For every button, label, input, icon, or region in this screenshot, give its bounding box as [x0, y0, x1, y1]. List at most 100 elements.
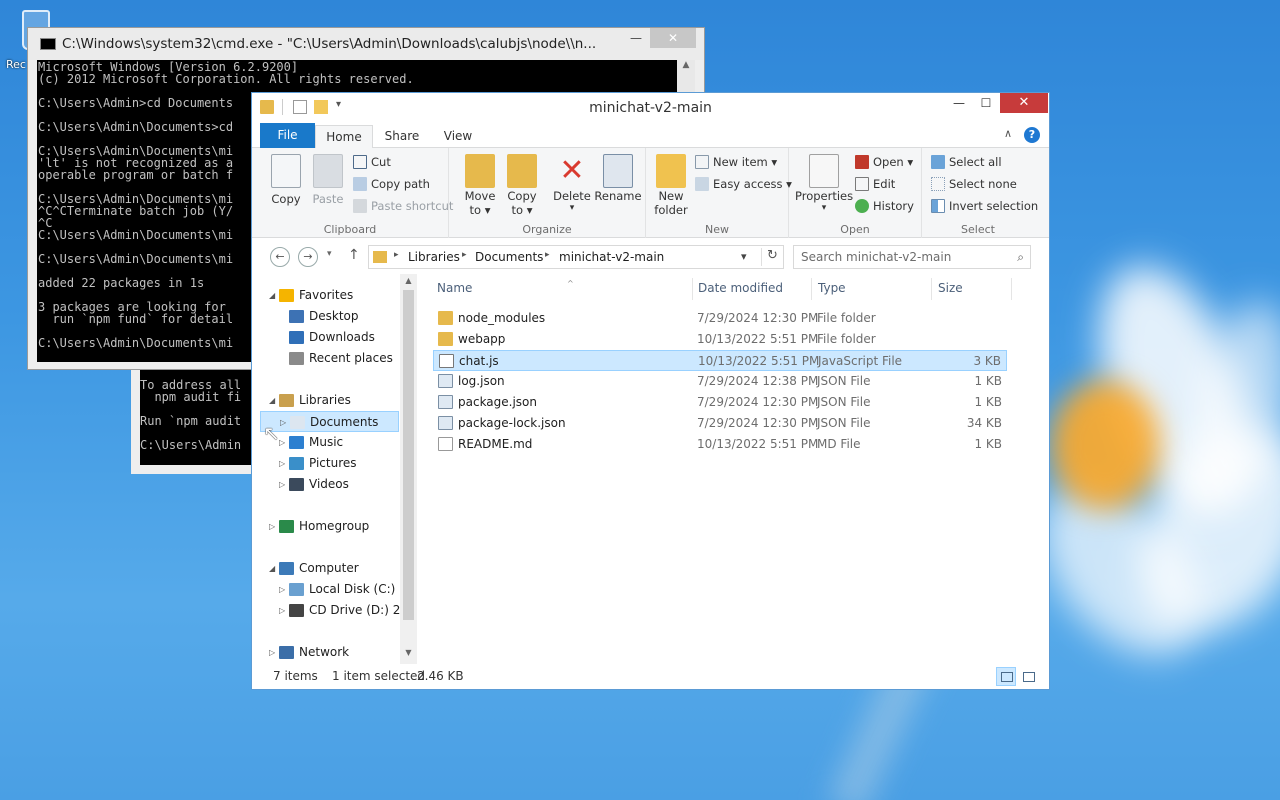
tree-item-documents[interactable]: ▷ Documents: [260, 411, 399, 432]
column-header-type[interactable]: Type: [818, 281, 846, 295]
collapsed-chevron-icon[interactable]: ▷: [279, 600, 285, 621]
close-button[interactable]: ✕: [1000, 93, 1048, 113]
maximize-button[interactable]: ☐: [972, 93, 1000, 113]
file-list[interactable]: Name ^ Date modified Type Size node_modu…: [428, 274, 1051, 664]
column-header-size[interactable]: Size: [938, 281, 963, 295]
tree-item-homegroup[interactable]: ▷ Homegroup: [252, 516, 399, 537]
new-item-button[interactable]: New item ▾: [695, 152, 777, 172]
explorer-window[interactable]: ▾ minichat-v2-main — ☐ ✕ File Home Share…: [251, 92, 1050, 690]
breadcrumb-separator-icon[interactable]: ▸: [462, 250, 467, 260]
column-divider[interactable]: [931, 278, 932, 300]
help-icon[interactable]: ?: [1024, 127, 1040, 143]
column-header-name[interactable]: Name ^: [437, 279, 574, 295]
open-button[interactable]: Open ▾: [855, 152, 913, 172]
collapsed-chevron-icon[interactable]: ▷: [279, 453, 285, 474]
scrollbar-thumb[interactable]: [403, 290, 414, 620]
tab-home[interactable]: Home: [315, 125, 373, 149]
cmd-minimize-button[interactable]: —: [622, 28, 650, 48]
console-line: (c) 2012 Microsoft Corporation. All righ…: [38, 72, 414, 86]
collapsed-chevron-icon[interactable]: ▷: [279, 579, 285, 600]
search-box[interactable]: ⌕: [793, 245, 1031, 269]
ribbon-collapse-chevron-icon[interactable]: ∧: [1004, 127, 1012, 140]
expanded-chevron-icon[interactable]: ◢: [269, 558, 275, 579]
column-header-date[interactable]: Date modified: [698, 281, 783, 295]
collapsed-chevron-icon[interactable]: ▷: [269, 642, 275, 663]
new-folder-button[interactable]: New folder: [651, 154, 691, 217]
tab-file[interactable]: File: [260, 123, 315, 148]
file-row[interactable]: webapp 10/13/2022 5:51 PM File folder: [433, 329, 1007, 350]
cmd-console-output-lower[interactable]: To address all npm audit fi Run `npm audi…: [140, 370, 253, 465]
tree-item-network[interactable]: ▷ Network: [252, 642, 399, 663]
cut-button[interactable]: Cut: [353, 152, 391, 172]
recent-locations-dropdown-icon[interactable]: ▾: [327, 249, 332, 259]
up-button[interactable]: ↑: [348, 247, 360, 263]
tree-item-downloads[interactable]: Downloads: [252, 327, 399, 348]
edit-button[interactable]: Edit: [855, 174, 895, 194]
collapsed-chevron-icon[interactable]: ▷: [279, 474, 285, 495]
file-row[interactable]: node_modules 7/29/2024 12:30 PM File folde…: [433, 308, 1007, 329]
breadcrumb-separator-icon[interactable]: ▸: [394, 250, 399, 260]
tab-share[interactable]: Share: [374, 125, 430, 148]
scroll-down-arrow-icon[interactable]: ▼: [400, 648, 417, 657]
column-divider[interactable]: [1011, 278, 1012, 300]
file-row[interactable]: README.md 10/13/2022 5:51 PM MD File 1 KB: [433, 434, 1007, 455]
breadcrumb-libraries[interactable]: Libraries: [408, 250, 460, 264]
paste-shortcut-button[interactable]: Paste shortcut: [353, 196, 453, 216]
copy-to-button[interactable]: Copy to ▾: [504, 154, 540, 217]
details-view-button[interactable]: [996, 667, 1016, 686]
breadcrumb-documents[interactable]: Documents: [475, 250, 543, 264]
delete-button[interactable]: ✕ Delete ▾: [552, 154, 592, 214]
tab-view[interactable]: View: [432, 125, 484, 148]
copy-button[interactable]: Copy: [266, 154, 306, 206]
tree-item-recent-places[interactable]: Recent places: [252, 348, 399, 369]
cmd-titlebar[interactable]: C:\Windows\system32\cmd.exe - "C:\Users\…: [28, 28, 704, 60]
column-divider[interactable]: [811, 278, 812, 300]
properties-dropdown-icon[interactable]: ▾: [795, 203, 853, 213]
tree-item-computer[interactable]: ◢ Computer: [252, 558, 399, 579]
expanded-chevron-icon[interactable]: ◢: [269, 285, 275, 306]
file-row[interactable]: chat.js 10/13/2022 5:51 PM JavaScript File…: [433, 350, 1007, 371]
tree-item-desktop[interactable]: Desktop: [252, 306, 399, 327]
expanded-chevron-icon[interactable]: ◢: [269, 390, 275, 411]
explorer-titlebar[interactable]: ▾ minichat-v2-main — ☐ ✕: [252, 93, 1049, 123]
file-row[interactable]: package.json 7/29/2024 12:30 PM JSON File 1…: [433, 392, 1007, 413]
scroll-up-arrow-icon[interactable]: ▲: [400, 276, 417, 285]
navigation-pane-scrollbar[interactable]: ▲ ▼: [400, 274, 417, 664]
minimize-button[interactable]: —: [946, 93, 972, 113]
tree-item-cd-drive-d-201[interactable]: ▷ CD Drive (D:) 201: [252, 600, 400, 621]
tree-item-libraries[interactable]: ◢ Libraries: [252, 390, 399, 411]
scroll-up-arrow-icon[interactable]: ▲: [677, 60, 695, 70]
invert-selection-button[interactable]: Invert selection: [931, 196, 1038, 216]
easy-access-button[interactable]: Easy access ▾: [695, 174, 792, 194]
address-bar[interactable]: ▸ Libraries ▸ Documents ▸ minichat-v2-ma…: [368, 245, 784, 269]
search-input[interactable]: [794, 246, 999, 268]
refresh-button[interactable]: ↻: [761, 248, 783, 266]
address-dropdown-icon[interactable]: ▾: [741, 250, 747, 263]
breadcrumb-separator-icon[interactable]: ▸: [545, 250, 550, 260]
tree-item-pictures[interactable]: ▷ Pictures: [252, 453, 399, 474]
select-all-button[interactable]: Select all: [931, 152, 1002, 172]
file-row[interactable]: package-lock.json 7/29/2024 12:30 PM JSON …: [433, 413, 1007, 434]
breadcrumb-minichat-v2-main[interactable]: minichat-v2-main: [559, 250, 664, 264]
move-to-button[interactable]: Move to ▾: [462, 154, 498, 217]
properties-button[interactable]: Properties ▾: [795, 154, 853, 213]
history-button[interactable]: History: [855, 196, 914, 216]
collapsed-chevron-icon[interactable]: ▷: [269, 516, 275, 537]
paste-button[interactable]: Paste: [308, 154, 348, 206]
tree-item-favorites[interactable]: ◢ Favorites: [252, 285, 399, 306]
rename-button[interactable]: Rename: [594, 154, 642, 203]
large-icons-view-button[interactable]: [1018, 667, 1038, 686]
cmd-close-button[interactable]: ✕: [650, 28, 696, 48]
forward-button[interactable]: →: [298, 247, 318, 267]
file-row[interactable]: log.json 7/29/2024 12:38 PM JSON File 1 KB: [433, 371, 1007, 392]
tree-item-local-disk-c[interactable]: ▷ Local Disk (C:): [252, 579, 399, 600]
tree-item-videos[interactable]: ▷ Videos: [252, 474, 399, 495]
copy-path-button[interactable]: Copy path: [353, 174, 430, 194]
collapsed-chevron-icon[interactable]: ▷: [280, 412, 286, 433]
back-button[interactable]: ←: [270, 247, 290, 267]
delete-dropdown-icon[interactable]: ▾: [552, 203, 592, 213]
column-divider[interactable]: [692, 278, 693, 300]
select-none-button[interactable]: Select none: [931, 174, 1017, 194]
search-icon[interactable]: ⌕: [1017, 250, 1024, 265]
navigation-pane[interactable]: ◢ Favorites Desktop Downloads Recent places ◢…: [252, 274, 400, 664]
